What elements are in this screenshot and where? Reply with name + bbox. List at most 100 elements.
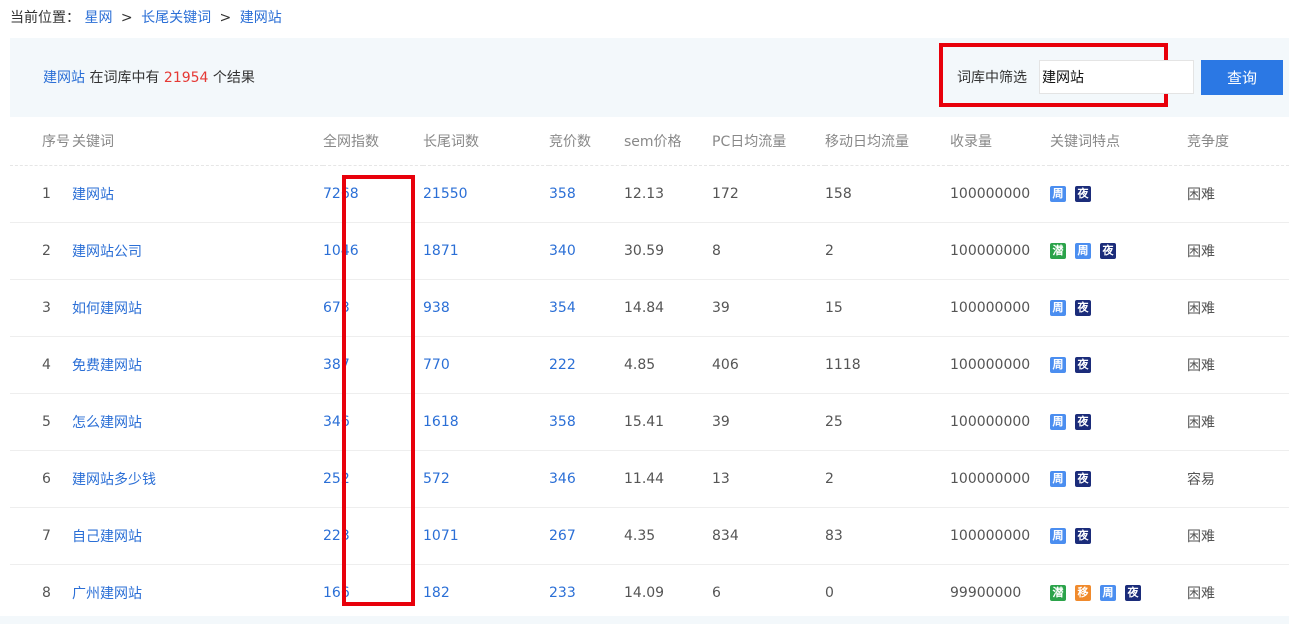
header-keyword: 关键词: [72, 117, 323, 166]
cell-keyword-value[interactable]: 如何建网站: [72, 301, 142, 317]
cell-sem-price: 4.85: [624, 336, 712, 394]
cell-index-value[interactable]: 1046: [323, 243, 359, 259]
cell-no: 2: [10, 222, 72, 280]
cell-competition: 困难: [1187, 336, 1289, 394]
cell-keyword: 自己建网站: [72, 507, 323, 565]
cell-bids-value[interactable]: 222: [549, 357, 576, 373]
cell-keyword-value[interactable]: 免费建网站: [72, 358, 142, 374]
breadcrumb-link-home[interactable]: 星网: [84, 10, 112, 26]
cell-bids: 340: [549, 222, 624, 280]
breadcrumb-link-longtail[interactable]: 长尾关键词: [141, 10, 211, 26]
cell-longtail: 21550: [423, 165, 549, 223]
header-bids: 竞价数: [549, 117, 624, 166]
cell-keyword-value[interactable]: 自己建网站: [72, 529, 142, 545]
cell-features: 潜移周夜: [1050, 564, 1187, 622]
cell-indexed-value: 100000000: [950, 357, 1031, 373]
tag-weekly-icon: 周: [1050, 300, 1066, 316]
cell-bids-value[interactable]: 233: [549, 585, 576, 601]
cell-indexed-value: 100000000: [950, 471, 1031, 487]
cell-mobile-traffic: 2: [825, 450, 950, 508]
breadcrumb: 当前位置： 星网 > 长尾关键词 > 建网站: [10, 7, 282, 27]
cell-index-value[interactable]: 673: [323, 300, 350, 316]
cell-bids-value[interactable]: 358: [549, 414, 576, 430]
tag-night-icon: 夜: [1075, 300, 1091, 316]
cell-keyword-value[interactable]: 建网站: [72, 187, 114, 203]
cell-competition-value: 困难: [1187, 529, 1215, 545]
cell-index-value[interactable]: 7268: [323, 186, 359, 202]
cell-competition-value: 困难: [1187, 586, 1215, 602]
cell-longtail-value[interactable]: 1871: [423, 243, 459, 259]
summary-suffix: 个结果: [208, 70, 255, 86]
cell-keyword: 如何建网站: [72, 279, 323, 337]
cell-competition-value: 容易: [1187, 472, 1215, 488]
cell-index: 673: [323, 279, 423, 337]
cell-longtail-value[interactable]: 572: [423, 471, 450, 487]
cell-mobile-traffic: 0: [825, 564, 950, 622]
cell-no: 7: [10, 507, 72, 565]
header-competition: 竞争度: [1187, 117, 1289, 166]
cell-index-value[interactable]: 166: [323, 585, 350, 601]
cell-no-value: 5: [42, 414, 51, 430]
cell-bids-value[interactable]: 340: [549, 243, 576, 259]
cell-keyword-value[interactable]: 建网站多少钱: [72, 472, 156, 488]
tag-potential-icon: 潜: [1050, 585, 1066, 601]
cell-longtail-value[interactable]: 1071: [423, 528, 459, 544]
tag-night-icon: 夜: [1075, 357, 1091, 373]
cell-longtail-value[interactable]: 1618: [423, 414, 459, 430]
cell-mobile-traffic-value: 15: [825, 300, 843, 316]
cell-sem-price-value: 14.84: [624, 300, 665, 316]
cell-keyword-value[interactable]: 广州建网站: [72, 586, 142, 602]
cell-index-value[interactable]: 346: [323, 414, 350, 430]
cell-competition: 困难: [1187, 393, 1289, 451]
cell-sem-price: 4.35: [624, 507, 712, 565]
cell-longtail: 938: [423, 279, 549, 337]
cell-competition-value: 困难: [1187, 358, 1215, 374]
cell-bids-value[interactable]: 346: [549, 471, 576, 487]
header-sem-price: sem价格: [624, 117, 712, 166]
cell-pc-traffic: 8: [712, 222, 825, 280]
cell-bids-value[interactable]: 358: [549, 186, 576, 202]
cell-longtail: 1071: [423, 507, 549, 565]
cell-mobile-traffic: 2: [825, 222, 950, 280]
cell-index-value[interactable]: 252: [323, 471, 350, 487]
cell-mobile-traffic: 83: [825, 507, 950, 565]
filter-input[interactable]: [1039, 60, 1194, 94]
cell-longtail-value[interactable]: 770: [423, 357, 450, 373]
breadcrumb-link-current[interactable]: 建网站: [240, 10, 282, 26]
cell-no-value: 6: [42, 471, 51, 487]
cell-index: 387: [323, 336, 423, 394]
table-row: 4 免费建网站 387 770 222 4.85 406 1118 100000000 周夜困难: [10, 336, 1289, 394]
cell-pc-traffic-value: 39: [712, 414, 730, 430]
cell-longtail-value[interactable]: 938: [423, 300, 450, 316]
cell-sem-price-value: 4.85: [624, 357, 656, 373]
query-button[interactable]: 查询: [1201, 60, 1283, 95]
cell-index-value[interactable]: 223: [323, 528, 350, 544]
cell-sem-price-value: 11.44: [624, 471, 665, 487]
cell-competition: 容易: [1187, 450, 1289, 508]
cell-bids-value[interactable]: 267: [549, 528, 576, 544]
cell-no: 8: [10, 564, 72, 622]
cell-keyword-value[interactable]: 建网站公司: [72, 244, 142, 260]
header-features: 关键词特点: [1050, 117, 1187, 166]
cell-competition-value: 困难: [1187, 415, 1215, 431]
cell-bids-value[interactable]: 354: [549, 300, 576, 316]
cell-index-value[interactable]: 387: [323, 357, 350, 373]
tag-mobile-icon: 移: [1075, 585, 1091, 601]
cell-keyword-value[interactable]: 怎么建网站: [72, 415, 142, 431]
cell-indexed: 99900000: [950, 564, 1050, 622]
cell-longtail-value[interactable]: 182: [423, 585, 450, 601]
table-row: 8 广州建网站 166 182 233 14.09 6 0 99900000 潜移周夜困难: [10, 564, 1289, 622]
cell-features: 周夜: [1050, 507, 1187, 565]
cell-bids: 346: [549, 450, 624, 508]
cell-indexed: 100000000: [950, 450, 1050, 508]
cell-pc-traffic-value: 172: [712, 186, 739, 202]
cell-keyword: 免费建网站: [72, 336, 323, 394]
cell-features: 周夜: [1050, 336, 1187, 394]
breadcrumb-separator: >: [120, 10, 133, 26]
cell-no-value: 4: [42, 357, 51, 373]
cell-longtail-value[interactable]: 21550: [423, 186, 468, 202]
result-count: 21954: [163, 70, 209, 86]
cell-no-value: 8: [42, 585, 51, 601]
cell-pc-traffic-value: 13: [712, 471, 730, 487]
cell-index: 252: [323, 450, 423, 508]
